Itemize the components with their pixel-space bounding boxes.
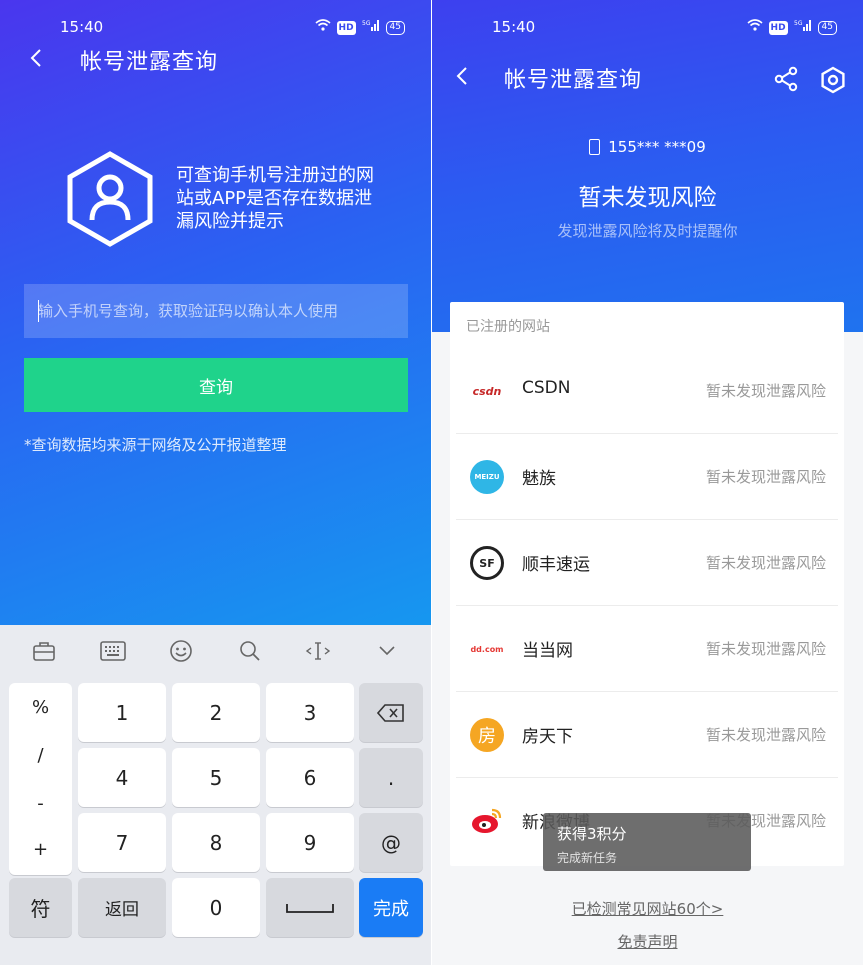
- risk-result-subtitle: 发现泄露风险将及时提醒你: [557, 222, 738, 240]
- key-9[interactable]: 9: [266, 813, 354, 872]
- status-time: 15:40: [60, 18, 104, 36]
- site-name: 房天下: [522, 727, 573, 747]
- text-cursor: [38, 300, 39, 322]
- site-status: 暂未发现泄露风险: [705, 640, 826, 658]
- points-toast: 获得3积分 完成新任务: [543, 813, 751, 871]
- checked-phone-number: 155*** ***09: [432, 138, 863, 156]
- phone-number-input[interactable]: [24, 284, 408, 338]
- csdn-logo-icon: csdn: [472, 384, 502, 398]
- site-row[interactable]: 房 房天下 暂未发现泄露风险: [450, 692, 844, 778]
- share-icon[interactable]: [773, 66, 799, 92]
- data-source-note: *查询数据均来源于网络及公开报道整理: [24, 436, 287, 454]
- keyboard-layout-icon[interactable]: [99, 637, 127, 665]
- space-key[interactable]: [266, 878, 354, 937]
- back-arrow-icon[interactable]: [26, 46, 46, 70]
- settings-icon[interactable]: [819, 66, 847, 94]
- signal-icon: 5G: [794, 19, 812, 36]
- keyboard-toolbar: [0, 625, 431, 677]
- page-title: 帐号泄露查询: [80, 50, 219, 75]
- page-title: 帐号泄露查询: [504, 68, 643, 93]
- left-screen: 15:40 HD 5G 45 帐号泄露查询 可查询手机号注册过的网站或APP是否…: [0, 0, 431, 965]
- nav-bar: 帐号泄露查询: [432, 60, 863, 96]
- key-at[interactable]: @: [359, 813, 423, 872]
- phone-icon: [589, 139, 601, 155]
- key-2[interactable]: 2: [172, 683, 260, 742]
- key-4[interactable]: 4: [78, 748, 166, 807]
- backspace-key[interactable]: [359, 683, 423, 742]
- masked-phone: 155*** ***09: [608, 138, 706, 156]
- meizu-logo-icon: MEIZU: [470, 460, 504, 494]
- weibo-logo-icon: [470, 804, 504, 838]
- nav-bar: 帐号泄露查询: [0, 42, 431, 78]
- symbol-column[interactable]: % / - +: [9, 683, 72, 875]
- status-bar: 15:40 HD 5G 45: [432, 16, 863, 38]
- key-8[interactable]: 8: [172, 813, 260, 872]
- cursor-move-icon[interactable]: [304, 637, 332, 665]
- site-row[interactable]: MEIZU 魅族 暂未发现泄露风险: [450, 434, 844, 520]
- checked-sites-link[interactable]: 已检测常见网站60个>: [432, 898, 863, 919]
- backspace-icon: [377, 703, 404, 722]
- signal-icon: 5G: [362, 19, 380, 36]
- key-percent[interactable]: %: [9, 697, 72, 718]
- toast-title: 获得3积分: [557, 825, 627, 843]
- status-icons: HD 5G 45: [315, 19, 405, 36]
- hd-icon: HD: [768, 20, 788, 35]
- hero-background: [432, 0, 863, 332]
- numeric-keyboard: % / - + 1 2 3 4 5 6 . 7 8 9 @ 符 返回 0 完成: [0, 625, 431, 965]
- site-row[interactable]: SF 顺丰速运 暂未发现泄露风险: [450, 520, 844, 606]
- hd-icon: HD: [336, 20, 356, 35]
- account-shield-icon: [67, 151, 153, 247]
- key-0[interactable]: 0: [172, 878, 260, 937]
- key-7[interactable]: 7: [78, 813, 166, 872]
- wifi-icon: [315, 19, 331, 36]
- key-minus[interactable]: -: [9, 793, 72, 814]
- registered-sites-card: 已注册的网站 csdn CSDN 暂未发现泄露风险 MEIZU 魅族 暂未发现泄…: [450, 302, 844, 866]
- svg-text:5G: 5G: [362, 20, 371, 27]
- site-status: 暂未发现泄露风险: [705, 726, 826, 744]
- fangtianxia-logo-icon: 房: [470, 718, 504, 752]
- key-3[interactable]: 3: [266, 683, 354, 742]
- key-slash[interactable]: /: [9, 745, 72, 766]
- site-name: 当当网: [522, 641, 573, 661]
- svg-text:5G: 5G: [794, 20, 803, 27]
- risk-result-title: 暂未发现风险: [578, 185, 717, 211]
- key-6[interactable]: 6: [266, 748, 354, 807]
- site-row[interactable]: csdn CSDN 暂未发现泄露风险: [450, 348, 844, 434]
- site-status: 暂未发现泄露风险: [705, 382, 826, 400]
- done-key[interactable]: 完成: [359, 878, 423, 937]
- site-name: CSDN: [522, 378, 571, 398]
- toolbox-icon[interactable]: [30, 637, 58, 665]
- toast-subtitle: 完成新任务: [557, 851, 618, 865]
- status-time: 15:40: [492, 18, 536, 36]
- feature-description: 可查询手机号注册过的网站或APP是否存在数据泄漏风险并提示: [176, 165, 374, 232]
- space-icon: [286, 903, 334, 913]
- site-name: 魅族: [522, 469, 556, 489]
- site-name: 顺丰速运: [522, 555, 590, 575]
- right-screen: 15:40 HD 5G 45 帐号泄露查询 155*** ***09 暂未发现风…: [432, 0, 863, 965]
- battery-icon: 45: [385, 20, 405, 35]
- key-dot[interactable]: .: [359, 748, 423, 807]
- sf-logo-icon: SF: [470, 546, 504, 580]
- search-icon[interactable]: [236, 637, 264, 665]
- symbol-key[interactable]: 符: [9, 878, 72, 937]
- disclaimer-link[interactable]: 免责声明: [432, 931, 863, 952]
- key-plus[interactable]: +: [9, 839, 72, 860]
- return-key[interactable]: 返回: [78, 878, 166, 937]
- back-arrow-icon[interactable]: [452, 64, 472, 88]
- status-icons: HD 5G 45: [747, 19, 837, 36]
- key-5[interactable]: 5: [172, 748, 260, 807]
- wifi-icon: [747, 19, 763, 36]
- status-bar: 15:40 HD 5G 45: [0, 16, 431, 38]
- query-button[interactable]: 查询: [24, 358, 408, 412]
- chevron-down-icon[interactable]: [373, 637, 401, 665]
- battery-icon: 45: [817, 20, 837, 35]
- site-row[interactable]: dd.com 当当网 暂未发现泄露风险: [450, 606, 844, 692]
- site-status: 暂未发现泄露风险: [705, 554, 826, 572]
- card-header: 已注册的网站: [466, 319, 550, 335]
- key-1[interactable]: 1: [78, 683, 166, 742]
- dangdang-logo-icon: dd.com: [470, 644, 504, 654]
- site-status: 暂未发现泄露风险: [705, 468, 826, 486]
- emoji-icon[interactable]: [167, 637, 195, 665]
